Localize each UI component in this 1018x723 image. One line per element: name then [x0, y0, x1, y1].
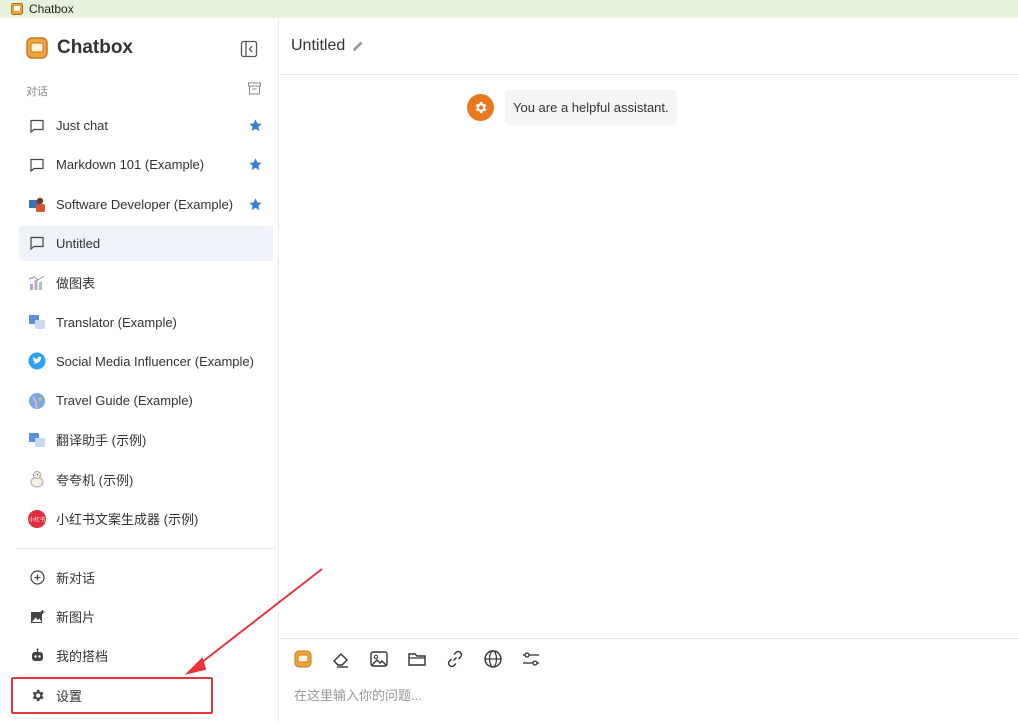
star-icon[interactable] [248, 118, 263, 133]
attach-file-button[interactable] [407, 649, 427, 669]
link-icon [447, 650, 463, 668]
brand: Chatbox [26, 37, 133, 59]
session-label: 小红书文案生成器 (示例) [56, 512, 199, 527]
chat-title[interactable]: Untitled [291, 37, 345, 55]
system-message-bubble: You are a helpful assistant. [505, 90, 677, 125]
session-item[interactable]: 小红书 小红书文案生成器 (示例) [19, 501, 273, 536]
chatbox-logo-icon [26, 37, 48, 59]
twitter-avatar-icon [28, 352, 46, 370]
duck-avatar-icon [28, 470, 46, 488]
system-avatar [467, 94, 494, 121]
developer-avatar-icon [28, 195, 46, 213]
system-message: You are a helpful assistant. [467, 90, 677, 125]
edit-title-icon[interactable] [351, 39, 365, 53]
session-label: Translator (Example) [56, 314, 177, 330]
eraser-icon [333, 653, 348, 668]
gear-icon [475, 101, 487, 114]
collapse-sidebar-icon[interactable] [240, 40, 258, 58]
message-input[interactable]: 在这里输入你的问题... [294, 685, 422, 704]
translator-avatar-icon [28, 431, 46, 449]
model-select-button[interactable] [293, 649, 313, 669]
star-icon[interactable] [248, 197, 263, 212]
attach-link-button[interactable] [445, 649, 465, 669]
robot-icon [29, 647, 45, 663]
input-toolbar [293, 649, 559, 669]
chat-bubble-icon [28, 156, 46, 174]
session-label: Markdown 101 (Example) [56, 157, 205, 173]
window-titlebar: Chatbox [0, 0, 1018, 18]
session-label: 翻译助手 (示例) [56, 433, 147, 449]
session-label: 夸夸机 (示例) [56, 472, 134, 488]
chatbox-app-icon [11, 3, 23, 15]
session-item[interactable]: 做图表 [19, 265, 273, 300]
xiaohongshu-avatar-icon: 小红书 [28, 509, 46, 528]
session-item[interactable]: 夸夸机 (示例) [19, 462, 273, 497]
plus-circle-icon [29, 569, 45, 585]
brand-name: Chatbox [57, 37, 133, 58]
new-image-button[interactable]: 新图片 [19, 600, 269, 632]
sliders-icon [523, 652, 539, 666]
session-item[interactable]: Software Developer (Example) [19, 187, 273, 222]
chat-panel: Untitled You are a helpful assistant. 在这… [279, 18, 1018, 722]
chatbox-logo-icon [294, 650, 312, 668]
session-label: Software Developer (Example) [56, 196, 234, 212]
attach-image-button[interactable] [369, 649, 389, 669]
globe-avatar-icon [28, 392, 46, 410]
globe-icon [484, 650, 502, 668]
xiaohongshu-badge-text: 小红书 [29, 515, 46, 523]
session-item[interactable]: Just chat [19, 108, 273, 143]
my-copilots-label: 我的搭档 [56, 648, 109, 664]
input-area: 在这里输入你的问题... [279, 638, 1018, 723]
new-chat-button[interactable]: 新对话 [19, 561, 269, 593]
chat-settings-button[interactable] [521, 649, 541, 669]
chat-bubble-icon [28, 234, 46, 252]
session-item[interactable]: Travel Guide (Example) [19, 383, 273, 418]
chart-avatar-icon [28, 274, 46, 292]
new-image-label: 新图片 [56, 609, 96, 625]
web-browsing-button[interactable] [483, 649, 503, 669]
session-label: Social Media Influencer (Example) [56, 353, 254, 369]
window-title: Chatbox [29, 2, 74, 16]
session-label: Untitled [56, 235, 101, 251]
sidebar: Chatbox 对话 Just chat Markdown 101 (Exampl… [0, 18, 279, 722]
my-copilots-button[interactable]: 我的搭档 [19, 639, 269, 671]
conversations-section-label: 对话 [26, 86, 48, 98]
annotation-highlight-box [11, 677, 213, 714]
chat-header: Untitled [279, 18, 1018, 75]
clear-context-button[interactable] [331, 649, 351, 669]
session-item[interactable]: Markdown 101 (Example) [19, 147, 273, 182]
session-item[interactable]: Untitled [19, 225, 273, 261]
archive-icon[interactable] [247, 81, 262, 96]
new-chat-label: 新对话 [56, 570, 96, 586]
session-label: Travel Guide (Example) [56, 393, 193, 409]
chat-bubble-icon [28, 117, 46, 135]
folder-icon [408, 653, 426, 666]
session-label: 做图表 [56, 276, 96, 292]
image-icon [370, 651, 388, 667]
translator-avatar-icon [28, 313, 46, 331]
add-image-icon [29, 608, 45, 624]
session-label: Just chat [56, 118, 109, 133]
session-item[interactable]: Translator (Example) [19, 305, 273, 340]
session-item[interactable]: Social Media Influencer (Example) [19, 344, 273, 379]
session-item[interactable]: 翻译助手 (示例) [19, 422, 273, 457]
star-icon[interactable] [248, 157, 263, 172]
sidebar-divider [16, 548, 274, 549]
